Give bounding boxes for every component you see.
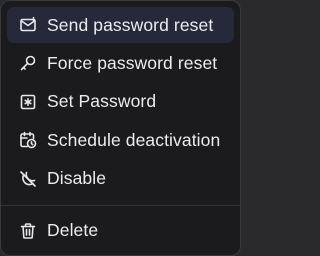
delete-label: Delete [47,220,99,241]
schedule-deactivation-label: Schedule deactivation [47,129,221,150]
set-password-label: Set Password [47,91,157,112]
calendar-clock-icon [19,131,37,149]
disable-label: Disable [47,168,107,189]
key-icon [19,54,37,72]
set-password-item[interactable]: Set Password [7,84,234,120]
menu-divider [1,204,240,206]
mail-icon [19,16,37,34]
delete-item[interactable]: Delete [7,213,234,249]
asterisk-icon [19,93,37,111]
send-password-reset-item[interactable]: Send password reset [7,7,234,43]
send-password-reset-label: Send password reset [47,14,214,35]
force-password-reset-label: Force password reset [47,52,218,73]
context-menu: Send password reset Force password reset… [0,0,241,256]
force-password-reset-item[interactable]: Force password reset [7,45,234,81]
disable-item[interactable]: Disable [7,161,234,197]
trash-icon [19,222,37,240]
schedule-deactivation-item[interactable]: Schedule deactivation [7,122,234,158]
moon-off-icon [19,170,37,188]
